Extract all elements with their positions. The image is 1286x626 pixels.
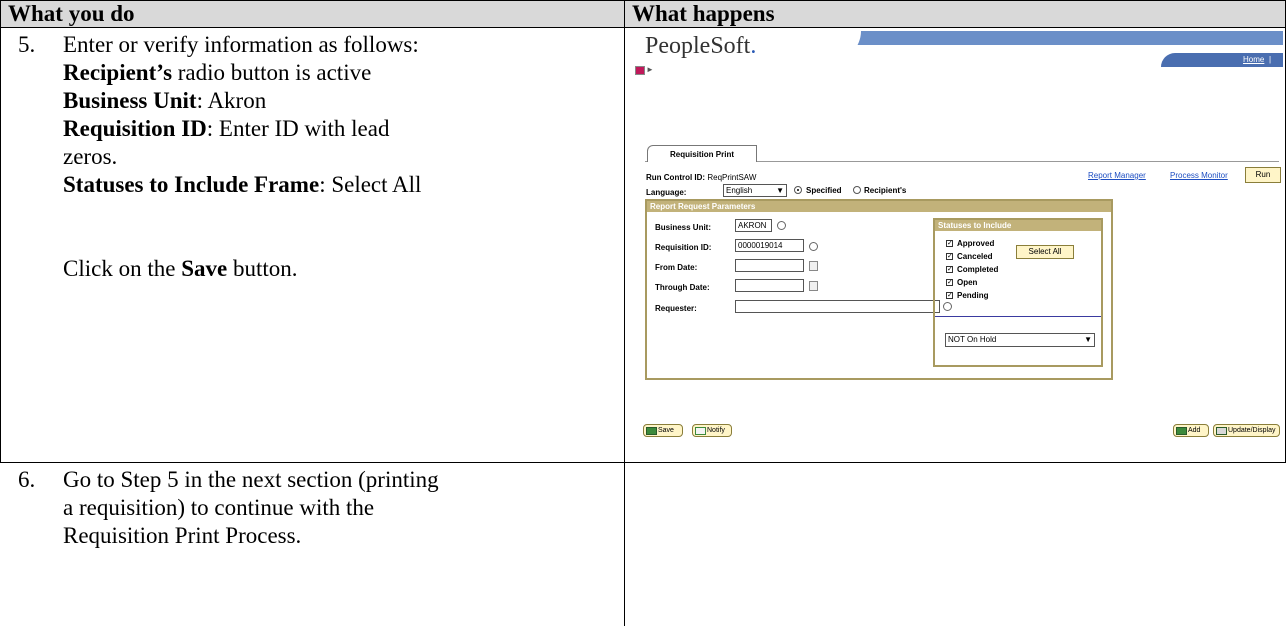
row-divider: [0, 462, 1286, 463]
peoplesoft-logo: PeopleSoft.: [645, 33, 757, 59]
from-date-calendar-icon[interactable]: [809, 261, 818, 271]
recipients-line: Recipient’s radio button is active: [63, 60, 372, 85]
add-icon: [1176, 427, 1187, 435]
notify-button[interactable]: Notify: [692, 424, 732, 437]
nav-bar: Home |: [1161, 53, 1283, 67]
step-intro: Enter or verify information as follows:: [63, 32, 419, 57]
run-button[interactable]: Run: [1245, 167, 1281, 183]
through-date-label: Through Date:: [655, 283, 710, 292]
recipients-label: Recipient's: [864, 186, 907, 195]
step-6-line-1: Go to Step 5 in the next section (printi…: [63, 467, 439, 492]
process-monitor-link[interactable]: Process Monitor: [1170, 171, 1228, 180]
business-unit-field[interactable]: AKRON: [735, 219, 772, 232]
save-icon: [646, 427, 657, 435]
requester-field[interactable]: [735, 300, 940, 313]
menu-icon[interactable]: [635, 66, 645, 75]
report-params-header: Report Request Parameters: [647, 201, 1111, 212]
specified-radio[interactable]: [794, 186, 802, 194]
click-save-line: Click on the Save button.: [63, 256, 298, 281]
step-6-line-2: a requisition) to continue with the: [63, 495, 375, 520]
requisition-id-search-icon[interactable]: [809, 242, 818, 251]
hold-select[interactable]: NOT On Hold ▼: [945, 333, 1095, 347]
table-left-border: [0, 0, 1, 462]
dropdown-arrow-icon: ▼: [1084, 335, 1092, 344]
tab-requisition-print[interactable]: Requisition Print: [647, 145, 757, 162]
peoplesoft-screenshot: PeopleSoft. Home | ► Requisition Print R…: [631, 31, 1283, 443]
step-number: 5.: [18, 32, 36, 57]
step-6-line-3: Requisition Print Process.: [63, 523, 302, 548]
update-display-icon: [1216, 427, 1227, 435]
from-date-field[interactable]: [735, 259, 804, 272]
business-unit-label: Business Unit:: [655, 223, 712, 232]
update-display-button[interactable]: Update/Display: [1213, 424, 1280, 437]
home-link[interactable]: Home: [1243, 55, 1264, 64]
header-curve: [801, 31, 861, 61]
column-header-what-you-do: What you do: [8, 1, 135, 26]
requisition-id-line: Requisition ID: Enter ID with lead: [63, 116, 390, 141]
step-number: 6.: [18, 467, 36, 492]
business-unit-line: Business Unit: Akron: [63, 88, 267, 113]
step-5: 5. Enter or verify information as follow…: [18, 31, 618, 451]
column-divider: [624, 0, 625, 626]
requisition-id-field[interactable]: 0000019014: [735, 239, 804, 252]
statuses-line: Statuses to Include Frame: Select All: [63, 172, 422, 197]
statuses-divider: [935, 316, 1101, 317]
recipients-radio[interactable]: [853, 186, 861, 194]
header-banner: [816, 31, 1283, 45]
select-all-button[interactable]: Select All: [1016, 245, 1074, 259]
menu-arrow-icon[interactable]: ►: [646, 65, 654, 74]
add-button[interactable]: Add: [1173, 424, 1209, 437]
dropdown-arrow-icon: ▼: [776, 186, 784, 195]
save-button[interactable]: Save: [643, 424, 683, 437]
statuses-header: Statuses to Include: [935, 220, 1101, 231]
requester-label: Requester:: [655, 304, 697, 313]
specified-label: Specified: [806, 186, 842, 195]
language-select[interactable]: English ▼: [723, 184, 787, 197]
notify-icon: [695, 427, 706, 435]
through-date-calendar-icon[interactable]: [809, 281, 818, 291]
report-manager-link[interactable]: Report Manager: [1088, 171, 1146, 180]
through-date-field[interactable]: [735, 279, 804, 292]
run-control-value: ReqPrintSAW: [707, 173, 757, 182]
run-control-label: Run Control ID: ReqPrintSAW: [646, 173, 757, 182]
from-date-label: From Date:: [655, 263, 698, 272]
language-label: Language:: [646, 188, 687, 197]
nav-separator: |: [1269, 55, 1272, 64]
requisition-id-label: Requisition ID:: [655, 243, 712, 252]
business-unit-search-icon[interactable]: [777, 221, 786, 230]
column-header-what-happens: What happens: [632, 1, 775, 26]
step-6: 6. Go to Step 5 in the next section (pri…: [18, 466, 618, 616]
requisition-id-line-2: zeros.: [63, 144, 118, 169]
